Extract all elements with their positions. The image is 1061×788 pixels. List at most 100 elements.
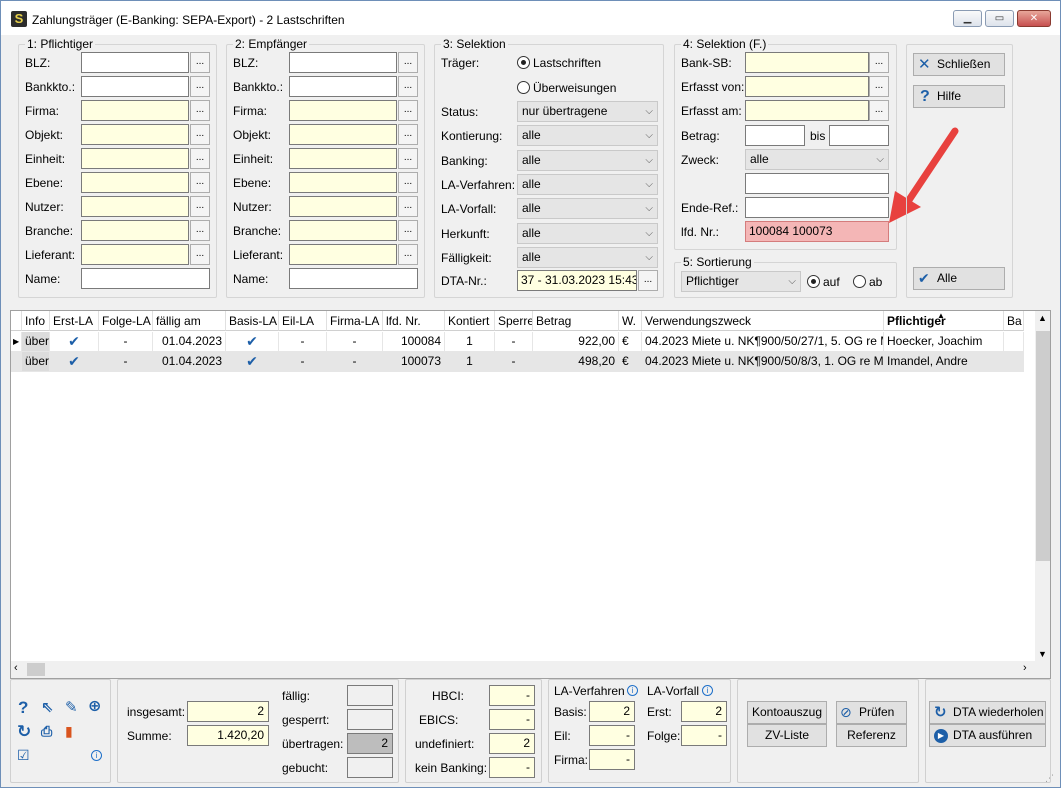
grid-header-3[interactable]: fällig am <box>153 311 226 331</box>
pflichtiger-0-field[interactable] <box>81 52 189 73</box>
horizontal-scrollbar[interactable]: ‹ › <box>11 661 1035 678</box>
grid-header-7[interactable]: lfd. Nr. <box>383 311 445 331</box>
grid-header-4[interactable]: Basis-LA <box>226 311 279 331</box>
empfaenger-3-browse-button[interactable]: ... <box>398 124 418 145</box>
radio-auf[interactable] <box>807 275 820 288</box>
lfd-nr-field[interactable]: 100084 100073 <box>745 221 889 242</box>
betrag-to-field[interactable] <box>829 125 889 146</box>
radio-ueberweisungen[interactable] <box>517 81 530 94</box>
maximize-button[interactable]: ▭ <box>985 10 1014 27</box>
bank-sb-field[interactable] <box>745 52 869 73</box>
zweck-select[interactable]: alle ⌵ <box>745 149 889 170</box>
pflichtiger-3-browse-button[interactable]: ... <box>190 124 210 145</box>
empfaenger-8-field[interactable] <box>289 244 397 265</box>
scroll-thumb[interactable] <box>1036 331 1050 561</box>
pflichtiger-6-field[interactable] <box>81 196 189 217</box>
resize-grip-icon[interactable]: ⋰ <box>1045 773 1054 784</box>
kontoauszug-button[interactable]: Kontoauszug <box>747 701 827 724</box>
zv-liste-button[interactable]: ZV-Liste <box>747 724 827 747</box>
table-cell[interactable]: übert <box>22 332 50 352</box>
pflichtiger-6-browse-button[interactable]: ... <box>190 196 210 217</box>
grid-header-0[interactable]: Info <box>22 311 50 331</box>
zweck-text-field[interactable] <box>745 173 889 194</box>
pflichtiger-8-field[interactable] <box>81 244 189 265</box>
sortierung-select[interactable]: Pflichtiger ⌵ <box>681 271 801 292</box>
refresh-icon[interactable]: ↻ <box>17 723 31 740</box>
grid-header-9[interactable]: Sperre <box>495 311 533 331</box>
table-cell[interactable]: übert <box>22 352 50 372</box>
pflichtiger-4-field[interactable] <box>81 148 189 169</box>
scroll-right-icon[interactable]: › <box>1023 662 1027 674</box>
empfaenger-6-browse-button[interactable]: ... <box>398 196 418 217</box>
empfaenger-9-field[interactable] <box>289 268 418 289</box>
pflichtiger-8-browse-button[interactable]: ... <box>190 244 210 265</box>
radio-ab[interactable] <box>853 275 866 288</box>
empfaenger-8-browse-button[interactable]: ... <box>398 244 418 265</box>
vertical-scrollbar[interactable]: ▲ ▼ <box>1035 311 1050 678</box>
empfaenger-0-browse-button[interactable]: ... <box>398 52 418 73</box>
empfaenger-5-field[interactable] <box>289 172 397 193</box>
empfaenger-7-field[interactable] <box>289 220 397 241</box>
erfasst-am-browse-button[interactable]: ... <box>869 100 889 121</box>
scroll-left-icon[interactable]: ‹ <box>14 662 18 674</box>
empfaenger-5-browse-button[interactable]: ... <box>398 172 418 193</box>
empfaenger-3-field[interactable] <box>289 124 397 145</box>
pflichtiger-4-browse-button[interactable]: ... <box>190 148 210 169</box>
selektion-4-select[interactable]: alle ⌵ <box>517 198 658 220</box>
help-icon[interactable]: ? <box>18 699 28 716</box>
empfaenger-0-field[interactable] <box>289 52 397 73</box>
dta-ausfuehren-button[interactable]: ▶ DTA ausführen <box>929 724 1046 747</box>
betrag-from-field[interactable] <box>745 125 805 146</box>
ende-ref-field[interactable] <box>745 197 889 218</box>
row-indicator[interactable]: ▶ <box>11 332 22 352</box>
pflichtiger-1-field[interactable] <box>81 76 189 97</box>
add-circle-icon[interactable]: ⊕ <box>88 698 101 715</box>
hscroll-thumb[interactable] <box>27 663 45 676</box>
erfasst-von-browse-button[interactable]: ... <box>869 76 889 97</box>
pflichtiger-0-browse-button[interactable]: ... <box>190 52 210 73</box>
dta-nr-browse-button[interactable]: ... <box>638 270 658 291</box>
scroll-down-icon[interactable]: ▼ <box>1038 649 1047 659</box>
pflichtiger-7-browse-button[interactable]: ... <box>190 220 210 241</box>
grid-header-2[interactable]: Folge-LA <box>99 311 153 331</box>
minimize-button[interactable]: ▁ <box>953 10 982 27</box>
scroll-up-icon[interactable]: ▲ <box>1038 313 1047 323</box>
empfaenger-2-field[interactable] <box>289 100 397 121</box>
selektion-0-select[interactable]: nur übertragene ⌵ <box>517 101 658 122</box>
alle-button[interactable]: ✔ Alle <box>913 267 1005 290</box>
grid-header-12[interactable]: Verwendungszweck <box>642 311 884 331</box>
empfaenger-4-browse-button[interactable]: ... <box>398 148 418 169</box>
bank-sb-browse-button[interactable]: ... <box>869 52 889 73</box>
empfaenger-4-field[interactable] <box>289 148 397 169</box>
office-icon[interactable]: ▮ <box>65 723 73 740</box>
empfaenger-1-field[interactable] <box>289 76 397 97</box>
pencil-icon[interactable]: ✎ <box>65 699 78 716</box>
pflichtiger-7-field[interactable] <box>81 220 189 241</box>
grid-header-14[interactable]: Ba <box>1004 311 1024 331</box>
referenz-button[interactable]: Referenz <box>836 724 907 747</box>
dta-wiederholen-button[interactable]: ↻ DTA wiederholen <box>929 701 1046 724</box>
grid-header-10[interactable]: Betrag <box>533 311 619 331</box>
selektion-3-select[interactable]: alle ⌵ <box>517 173 658 195</box>
empfaenger-7-browse-button[interactable]: ... <box>398 220 418 241</box>
printer-icon[interactable]: ⎙ <box>41 723 52 740</box>
row-indicator[interactable] <box>11 352 22 372</box>
close-button[interactable]: ✕ <box>1017 10 1051 27</box>
dta-nr-field[interactable]: 37 - 31.03.2023 15:43:0 <box>517 270 637 291</box>
pflichtiger-9-field[interactable] <box>81 268 210 289</box>
pflichtiger-1-browse-button[interactable]: ... <box>190 76 210 97</box>
empfaenger-6-field[interactable] <box>289 196 397 217</box>
pflichtiger-5-field[interactable] <box>81 172 189 193</box>
empfaenger-1-browse-button[interactable]: ... <box>398 76 418 97</box>
selektion-2-select[interactable]: alle ⌵ <box>517 149 658 171</box>
grid-header-11[interactable]: W. <box>619 311 642 331</box>
schliessen-button[interactable]: ✕ Schließen <box>913 53 1005 76</box>
checkbox-icon[interactable]: ☑ <box>17 747 30 764</box>
cursor-icon[interactable]: ⇖ <box>41 699 54 716</box>
grid-header-6[interactable]: Firma-LA <box>327 311 383 331</box>
hilfe-button[interactable]: ? Hilfe <box>913 85 1005 108</box>
pflichtiger-2-browse-button[interactable]: ... <box>190 100 210 121</box>
grid-header-1[interactable]: Erst-LA <box>50 311 99 331</box>
info-icon[interactable]: i <box>91 750 102 761</box>
selektion-6-select[interactable]: alle ⌵ <box>517 246 658 268</box>
